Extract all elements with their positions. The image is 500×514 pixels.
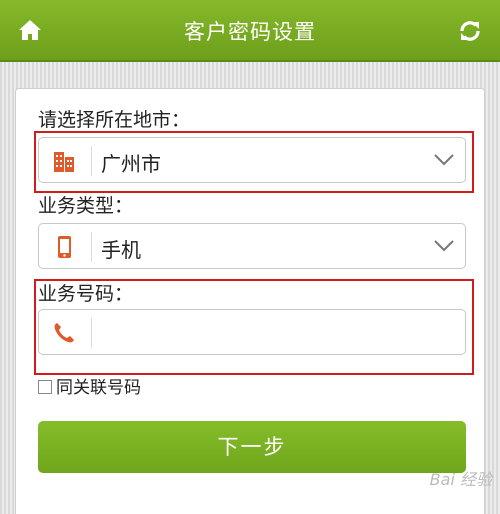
city-highlight-box [34,131,474,193]
app-header: 客户密码设置 [0,0,500,62]
form-card: 请选择所在地市： 广州市 业务类型： 手机 业务号码： 同关联号码 下一步 [15,88,485,514]
service-number-field[interactable] [38,309,466,355]
next-button[interactable]: 下一步 [38,421,466,473]
city-label: 请选择所在地市： [38,109,191,131]
associated-number-label: 同关联号码 [56,378,141,398]
mobile-phone-icon [58,236,71,258]
service-type-value: 手机 [101,238,141,262]
field-divider [91,232,92,262]
service-number-input[interactable] [99,316,449,348]
phone-handset-icon [54,323,74,343]
associated-number-option[interactable]: 同关联号码 [38,373,141,398]
watermark-logo: Bai 经验 [429,470,492,489]
page-title: 客户密码设置 [184,20,316,44]
refresh-icon[interactable] [458,19,482,43]
field-divider [91,318,92,348]
associated-number-checkbox[interactable] [38,380,52,394]
service-number-label: 业务号码： [38,283,134,305]
service-type-select[interactable]: 手机 [38,223,466,269]
service-type-label: 业务类型： [38,195,134,217]
chevron-down-icon[interactable] [433,238,455,254]
